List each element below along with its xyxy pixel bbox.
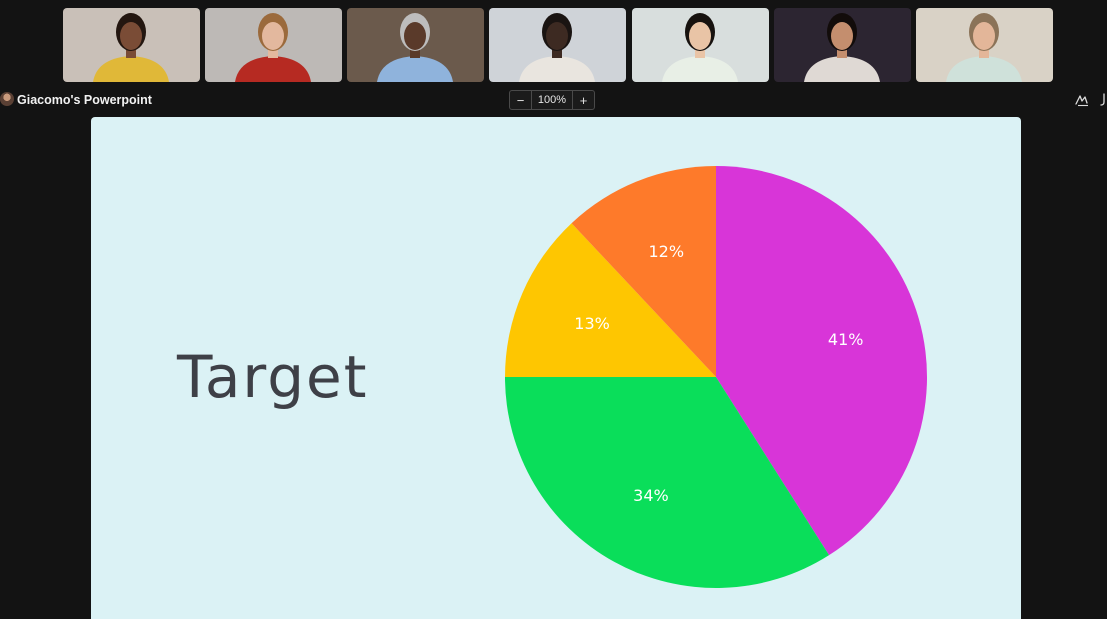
participant-tile[interactable]: [632, 8, 769, 82]
shared-slide: Target 41% 34% 13% 12%: [91, 117, 1021, 619]
slide-title: Target: [177, 343, 369, 411]
participant-tile[interactable]: [205, 8, 342, 82]
participant-tile[interactable]: [347, 8, 484, 82]
zoom-out-button[interactable]: −: [510, 91, 531, 109]
participant-video-icon: [916, 8, 1053, 82]
participant-tile[interactable]: [489, 8, 626, 82]
pie-slice-label: 41%: [828, 330, 864, 349]
share-title: Giacomo's Powerpoint: [17, 93, 152, 107]
zoom-level: 100%: [531, 91, 573, 109]
meeting-window: Giacomo's Powerpoint − 100% + Target 41%…: [0, 0, 1107, 619]
participant-video-icon: [774, 8, 911, 82]
participant-tile[interactable]: [63, 8, 200, 82]
participant-video-icon: [63, 8, 200, 82]
zoom-in-button[interactable]: +: [573, 91, 594, 109]
participant-video-icon: [489, 8, 626, 82]
participant-video-icon: [347, 8, 484, 82]
participant-video-icon: [632, 8, 769, 82]
participant-video-icon: [205, 8, 342, 82]
zoom-controls: − 100% +: [509, 90, 595, 110]
avatar: [0, 92, 14, 106]
share-header: Giacomo's Powerpoint − 100% +: [0, 90, 1107, 112]
pie-slice-label: 13%: [574, 314, 610, 333]
pen-icon[interactable]: [1098, 93, 1107, 107]
annotate-icon[interactable]: [1074, 93, 1090, 107]
pie-chart: 41% 34% 13% 12%: [505, 166, 928, 588]
pie-slice-label: 34%: [633, 486, 669, 505]
participant-tile[interactable]: [774, 8, 911, 82]
pie-slice-label: 12%: [649, 242, 685, 261]
participant-tile[interactable]: [916, 8, 1053, 82]
